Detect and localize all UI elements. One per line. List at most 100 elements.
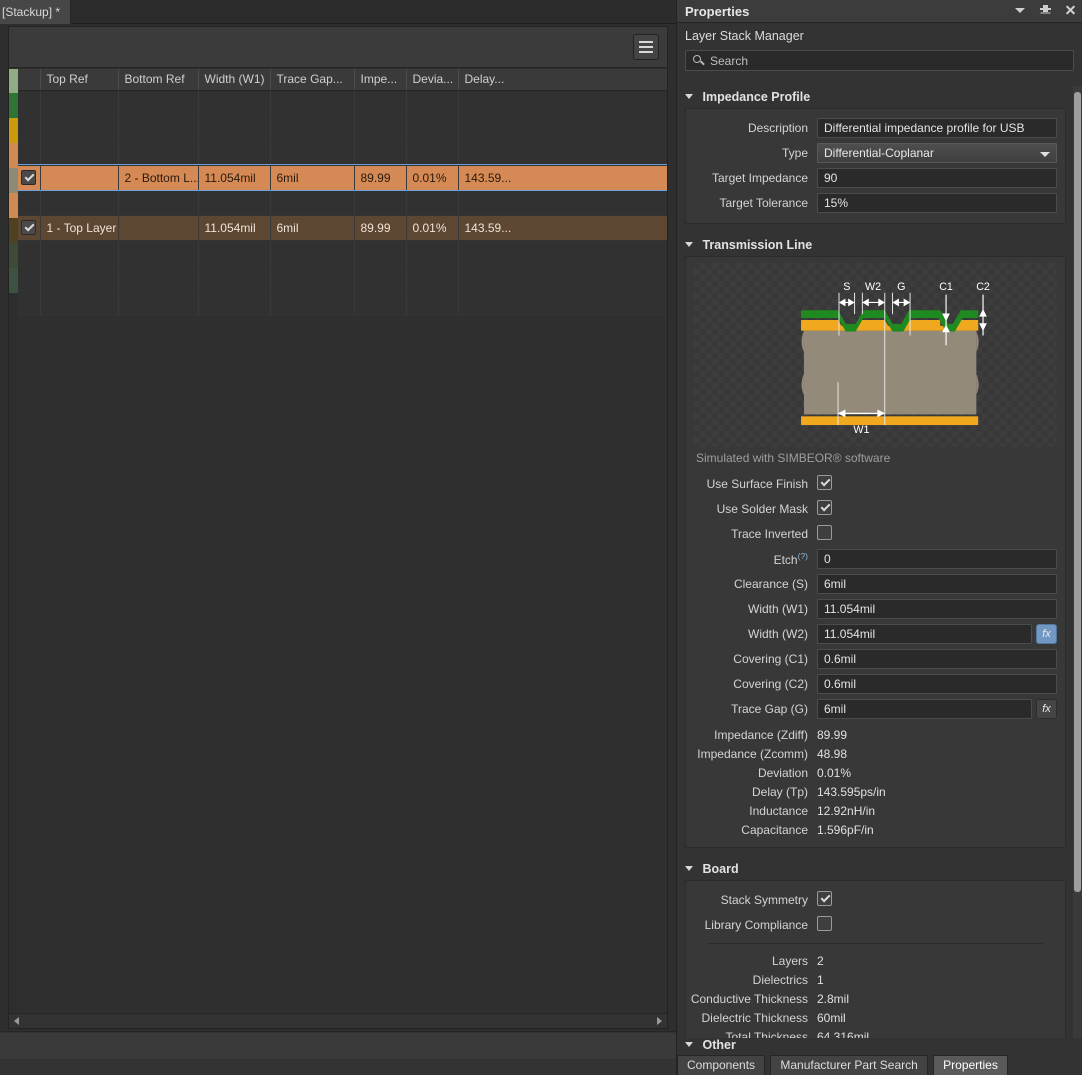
- scroll-left-arrow-icon[interactable]: [14, 1017, 19, 1025]
- column-header-devia[interactable]: Devia...: [406, 69, 459, 91]
- table-row[interactable]: 2 - Bottom L... 11.054mil 6mil 89.99 0.01% 14…: [18, 164, 667, 191]
- column-header-trace-gap[interactable]: Trace Gap...: [270, 69, 355, 91]
- section-header-impedance-profile[interactable]: Impedance Profile: [677, 86, 1074, 108]
- row-enable-checkbox[interactable]: [21, 220, 37, 236]
- table-cell[interactable]: 11.054mil: [198, 165, 271, 191]
- properties-vertical-scrollbar[interactable]: [1073, 86, 1082, 1039]
- table-cell[interactable]: [198, 90, 271, 116]
- layer-color-swatch[interactable]: [9, 243, 18, 268]
- column-header-top-ref[interactable]: Top Ref: [40, 69, 119, 91]
- table-cell[interactable]: [40, 140, 119, 166]
- row-checkbox-cell[interactable]: [18, 90, 41, 116]
- table-cell[interactable]: [118, 190, 199, 216]
- table-cell[interactable]: 89.99: [354, 215, 407, 241]
- table-row[interactable]: [18, 115, 667, 141]
- table-cell[interactable]: [354, 290, 407, 316]
- table-cell[interactable]: 2 - Bottom L...: [118, 165, 199, 191]
- table-cell[interactable]: [118, 115, 199, 141]
- table-cell[interactable]: [354, 265, 407, 291]
- table-cell[interactable]: [118, 90, 199, 116]
- use-solder-mask-checkbox[interactable]: [817, 499, 832, 515]
- width-w2-formula-icon[interactable]: fx: [1036, 623, 1057, 644]
- width-w2-input[interactable]: [817, 623, 1032, 644]
- scrollbar-thumb[interactable]: [1074, 92, 1081, 892]
- table-cell[interactable]: [406, 290, 459, 316]
- table-cell[interactable]: [406, 265, 459, 291]
- close-icon[interactable]: [1065, 4, 1076, 16]
- layer-color-swatch[interactable]: [9, 193, 18, 218]
- table-cell[interactable]: [40, 90, 119, 116]
- row-checkbox-cell[interactable]: [18, 165, 41, 191]
- table-cell[interactable]: [40, 115, 119, 141]
- stack-symmetry-checkbox[interactable]: [817, 890, 832, 906]
- table-row[interactable]: [18, 140, 667, 166]
- table-cell[interactable]: [270, 115, 355, 141]
- type-select[interactable]: Differential-Coplanar: [817, 142, 1057, 163]
- table-cell[interactable]: [458, 240, 667, 266]
- layer-color-swatch[interactable]: [9, 69, 18, 93]
- layer-color-swatch[interactable]: [9, 218, 18, 243]
- trace-inverted-checkbox[interactable]: [817, 524, 832, 540]
- row-checkbox-cell[interactable]: [18, 240, 41, 266]
- table-cell[interactable]: 143.59...: [458, 165, 667, 191]
- table-cell[interactable]: [40, 290, 119, 316]
- row-checkbox-cell[interactable]: [18, 140, 41, 166]
- pin-icon[interactable]: [1040, 4, 1051, 16]
- row-enable-checkbox[interactable]: [21, 170, 37, 186]
- table-cell[interactable]: [198, 290, 271, 316]
- table-row[interactable]: [18, 240, 667, 266]
- table-cell[interactable]: [406, 115, 459, 141]
- trace-gap-g-input[interactable]: [817, 698, 1032, 719]
- tab-manufacturer-part-search[interactable]: Manufacturer Part Search: [770, 1055, 928, 1075]
- section-header-board[interactable]: Board: [677, 858, 1074, 880]
- layer-color-swatch[interactable]: [9, 143, 18, 168]
- table-cell[interactable]: [270, 140, 355, 166]
- table-cell[interactable]: [40, 265, 119, 291]
- table-cell[interactable]: [458, 90, 667, 116]
- table-cell[interactable]: [354, 115, 407, 141]
- table-cell[interactable]: [198, 265, 271, 291]
- chevron-down-icon[interactable]: [1015, 4, 1026, 16]
- section-header-other[interactable]: Other: [677, 1038, 1082, 1055]
- table-cell[interactable]: 89.99: [354, 165, 407, 191]
- row-checkbox-cell[interactable]: [18, 265, 41, 291]
- table-cell[interactable]: [406, 240, 459, 266]
- description-input[interactable]: [817, 117, 1057, 138]
- table-cell[interactable]: [118, 215, 199, 241]
- table-cell[interactable]: [458, 290, 667, 316]
- etch-help-icon[interactable]: (?): [798, 551, 808, 561]
- target-tolerance-input[interactable]: [817, 192, 1057, 213]
- width-w1-input[interactable]: [817, 598, 1057, 619]
- row-checkbox-cell[interactable]: [18, 115, 41, 141]
- table-cell[interactable]: [270, 265, 355, 291]
- table-row[interactable]: [18, 190, 667, 216]
- table-cell[interactable]: 0.01%: [406, 215, 459, 241]
- layer-color-swatch[interactable]: [9, 268, 18, 293]
- column-header-impe[interactable]: Impe...: [354, 69, 407, 91]
- table-cell[interactable]: [198, 115, 271, 141]
- table-row[interactable]: [18, 90, 667, 116]
- column-header-bottom-ref[interactable]: Bottom Ref: [118, 69, 199, 91]
- tab-components[interactable]: Components: [677, 1055, 766, 1075]
- column-header-check[interactable]: [18, 69, 41, 91]
- covering-c1-input[interactable]: [817, 648, 1057, 669]
- scroll-right-arrow-icon[interactable]: [657, 1017, 662, 1025]
- column-header-delay[interactable]: Delay...: [458, 69, 667, 91]
- layer-color-swatch[interactable]: [9, 168, 18, 193]
- tab-properties[interactable]: Properties: [933, 1055, 1008, 1075]
- table-cell[interactable]: [270, 190, 355, 216]
- use-surface-finish-checkbox[interactable]: [817, 474, 832, 490]
- table-cell[interactable]: [458, 140, 667, 166]
- clearance-s-input[interactable]: [817, 573, 1057, 594]
- column-header-width-w1[interactable]: Width (W1): [198, 69, 271, 91]
- table-cell[interactable]: [406, 90, 459, 116]
- section-header-transmission-line[interactable]: Transmission Line: [677, 234, 1074, 256]
- table-cell[interactable]: [198, 140, 271, 166]
- table-cell[interactable]: [198, 240, 271, 266]
- layer-color-swatch[interactable]: [9, 118, 18, 143]
- table-cell[interactable]: 11.054mil: [198, 215, 271, 241]
- table-cell[interactable]: 1 - Top Layer: [40, 215, 119, 241]
- table-cell[interactable]: [354, 140, 407, 166]
- table-cell[interactable]: [354, 90, 407, 116]
- table-cell[interactable]: [118, 240, 199, 266]
